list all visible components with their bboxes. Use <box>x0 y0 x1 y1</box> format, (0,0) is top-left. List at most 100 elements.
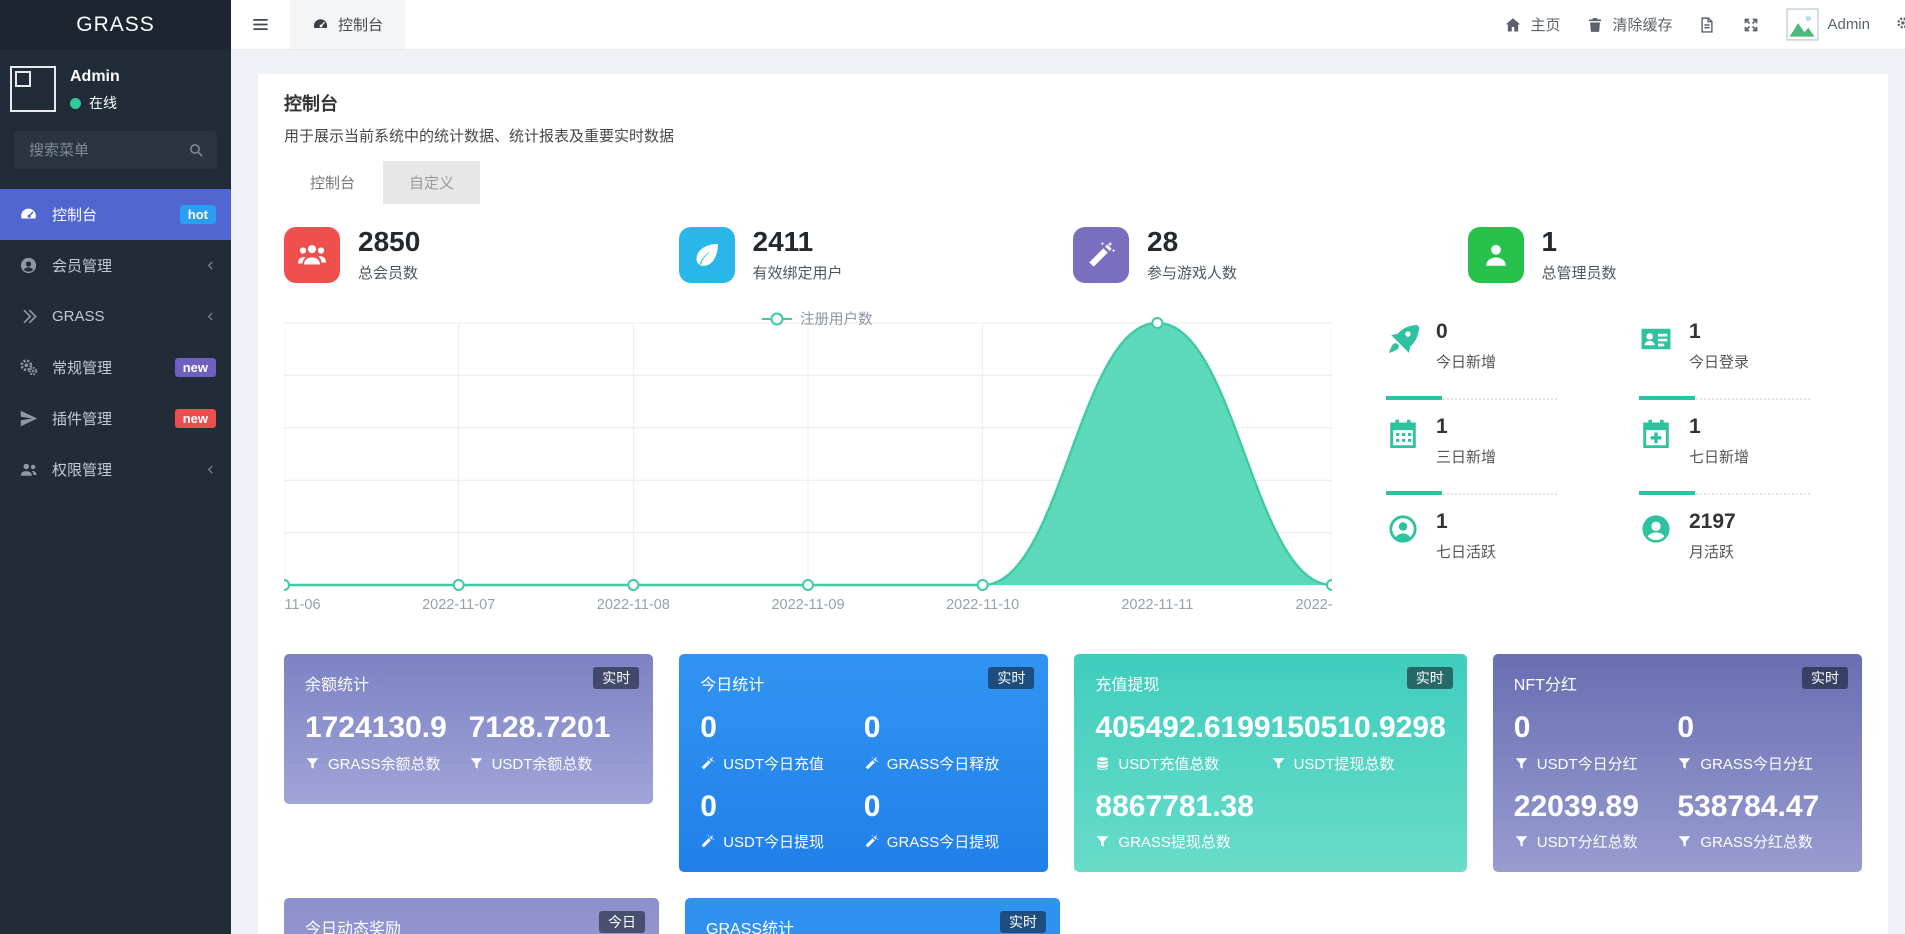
leaf-glyph <box>692 240 722 270</box>
mini-text: 1七日活跃 <box>1436 511 1496 562</box>
metric-label-text: USDT今日分红 <box>1537 753 1638 774</box>
mini-stat-inner: 1七日活跃 <box>1386 511 1609 562</box>
topbar-action-settings[interactable] <box>1896 16 1905 34</box>
cogs-icon <box>19 358 38 377</box>
card-grass-stats: GRASS统计实时 <box>685 898 1060 934</box>
menu-search[interactable] <box>14 131 217 169</box>
filter-icon <box>1271 756 1286 771</box>
secondary-cards-row: 今日动态奖励今日GRASS统计实时 <box>284 898 1060 934</box>
app-logo: GRASS <box>0 0 231 49</box>
magic-wand-icon <box>864 756 879 771</box>
stat-value: 28 <box>1147 227 1237 256</box>
mini-stat-1: 1今日登录 <box>1639 321 1862 416</box>
mini-stat-inner: 2197月活跃 <box>1639 511 1862 562</box>
metric-value: 0 <box>700 791 864 823</box>
mini-stats-grid: 0今日新增1今日登录1三日新增1七日新增1七日活跃2197月活跃 <box>1386 311 1862 628</box>
stat-value: 2411 <box>753 227 843 256</box>
metric-label: USDT今日分红 <box>1514 753 1678 774</box>
mini-label: 今日新增 <box>1436 351 1496 372</box>
user-circle-icon <box>19 256 38 275</box>
chevron-left-icon <box>205 310 216 323</box>
sidebar-item-label: 常规管理 <box>52 357 161 378</box>
sidebar-toggle[interactable] <box>231 0 290 49</box>
home-icon <box>1504 16 1522 34</box>
metric-value: 22039.89 <box>1514 791 1678 823</box>
avatar <box>1786 8 1819 41</box>
topbar-tab-label: 控制台 <box>338 14 383 35</box>
card-metric: 0GRASS今日释放 <box>864 712 1028 774</box>
stat-label: 总管理员数 <box>1542 262 1617 283</box>
topbar-action-fullscreen[interactable] <box>1742 16 1760 34</box>
mini-text: 2197月活跃 <box>1689 511 1736 562</box>
metric-value: 150510.9298 <box>1271 712 1446 744</box>
metric-label: USDT今日充值 <box>700 753 864 774</box>
user-panel: Admin 在线 <box>0 49 231 121</box>
users-group-glyph <box>297 240 327 270</box>
badge-new: new <box>175 409 216 428</box>
sidebar-item-dashboard[interactable]: 控制台hot <box>0 189 231 240</box>
rocket-icon <box>1386 322 1420 356</box>
dashboard-panel: 控制台 用于展示当前系统中的统计数据、统计报表及重要实时数据 控制台自定义 28… <box>258 74 1888 934</box>
card-title: NFT分红 <box>1514 671 1841 695</box>
topbar-action-home[interactable]: 主页 <box>1504 14 1560 35</box>
card-metric: 0USDT今日充值 <box>700 712 864 774</box>
magic-wand-glyph <box>1086 240 1116 270</box>
stat-card-1: 2411有效绑定用户 <box>679 227 1074 283</box>
metric-label-text: GRASS分红总数 <box>1700 831 1813 852</box>
sidebar-item-label: 权限管理 <box>52 459 191 480</box>
topbar-actions: 主页 清除缓存 Admin <box>1504 8 1905 41</box>
stat-card-2: 28参与游戏人数 <box>1073 227 1468 283</box>
card-metrics: 1724130.9GRASS余额总数7128.7201USDT余额总数 <box>305 712 632 774</box>
card-metric: 150510.9298USDT提现总数 <box>1271 712 1446 774</box>
tab-custom[interactable]: 自定义 <box>383 161 480 204</box>
card-metric: 8867781.38GRASS提现总数 <box>1095 791 1270 853</box>
x-axis-label: 2022-11-06 <box>284 597 321 613</box>
card-badge: 实时 <box>1000 911 1046 933</box>
user-icon <box>1468 227 1524 283</box>
sidebar-item-grass[interactable]: GRASS <box>0 291 231 342</box>
mini-label: 今日登录 <box>1689 351 1749 372</box>
mini-text: 0 今日新增 <box>1436 321 1496 372</box>
mini-stat-5: 2197月活跃 <box>1639 511 1862 606</box>
users-group-icon <box>284 227 340 283</box>
topbar-action-clear-cache[interactable]: 清除缓存 <box>1586 14 1672 35</box>
search-input[interactable] <box>27 141 188 160</box>
calendar-icon <box>1386 417 1420 451</box>
page-subtitle: 用于展示当前系统中的统计数据、统计报表及重要实时数据 <box>284 125 1862 146</box>
chevron-left-icon <box>205 463 216 476</box>
metric-label: USDT今日提现 <box>700 831 864 852</box>
sidebar-item-plugins[interactable]: 插件管理 new <box>0 393 231 444</box>
metric-label: USDT充值总数 <box>1095 753 1270 774</box>
calendar-plus-icon <box>1639 417 1673 451</box>
card-metrics: 405492.6199USDT充值总数150510.9298USDT提现总数88… <box>1095 712 1445 852</box>
metric-label-text: GRASS余额总数 <box>328 753 441 774</box>
mini-value: 2197 <box>1689 511 1736 533</box>
hamburger-icon <box>251 15 270 34</box>
mini-value: 0 <box>1436 321 1496 343</box>
card-title: 今日动态奖励 <box>305 915 638 934</box>
topbar-action-language[interactable] <box>1698 16 1716 34</box>
sidebar-item-general[interactable]: 常规管理new <box>0 342 231 393</box>
filter-icon <box>1514 834 1529 849</box>
topbar-action-admin-user[interactable]: Admin <box>1786 8 1870 41</box>
stat-card-3: 1总管理员数 <box>1468 227 1863 283</box>
metric-label: GRASS今日分红 <box>1677 753 1841 774</box>
card-metric: 1724130.9GRASS余额总数 <box>305 712 469 774</box>
tab-dashboard[interactable]: 控制台 <box>284 161 381 204</box>
mini-stat-inner: 1三日新增 <box>1386 416 1609 467</box>
card-nft-dividend: NFT分红实时0USDT今日分红0GRASS今日分红22039.89USDT分红… <box>1493 654 1862 872</box>
magic-wand-icon <box>700 756 715 771</box>
metric-label-text: USDT今日充值 <box>723 753 824 774</box>
topbar-tab-dashboard[interactable]: 控制台 <box>290 0 405 49</box>
mini-stat-inner: 0 今日新增 <box>1386 321 1609 372</box>
sidebar-item-label: 插件管理 <box>52 408 161 429</box>
metric-value: 0 <box>1677 712 1841 744</box>
sidebar-item-permissions[interactable]: 权限管理 <box>0 444 231 495</box>
card-metrics: 0USDT今日分红0GRASS今日分红22039.89USDT分红总数53878… <box>1514 712 1841 852</box>
card-metric: 0 USDT今日提现 <box>700 791 864 853</box>
sidebar-item-members[interactable]: 会员管理 <box>0 240 231 291</box>
realtime-badge: 实时 <box>1802 667 1848 689</box>
gauge-icon <box>312 16 329 33</box>
stat-text: 1总管理员数 <box>1542 227 1617 283</box>
metric-label-text: USDT充值总数 <box>1118 753 1219 774</box>
